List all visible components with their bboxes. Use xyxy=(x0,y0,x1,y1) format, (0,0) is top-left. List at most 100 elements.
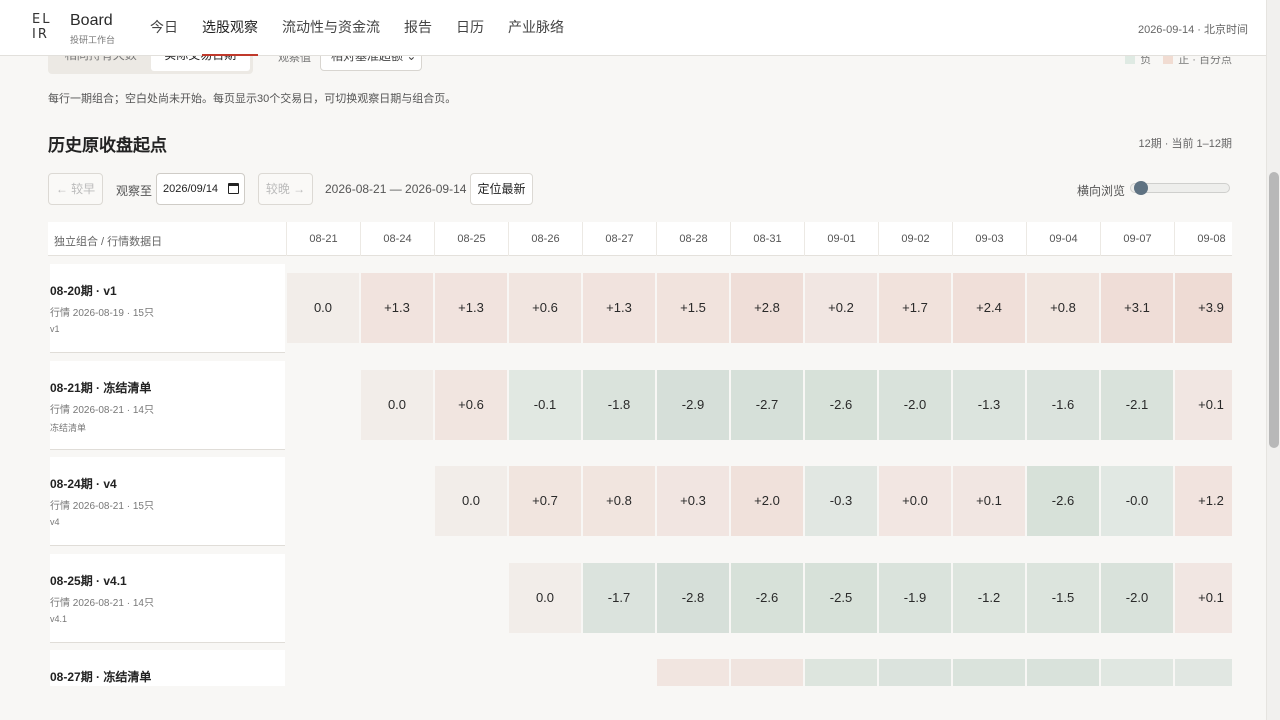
return-cell[interactable]: -1.2 xyxy=(805,659,877,686)
app-logo[interactable]: EL IR Board 投研工作台 xyxy=(32,12,132,46)
column-header-date: 08-31 xyxy=(730,222,804,256)
column-header-date: 08-27 xyxy=(582,222,656,256)
calendar-icon[interactable] xyxy=(228,183,239,194)
return-cell[interactable]: +0.1 xyxy=(1175,369,1232,440)
column-header-date: 08-25 xyxy=(434,222,508,256)
return-cell[interactable]: -1.6 xyxy=(879,659,951,686)
locate-latest-button[interactable]: 定位最新 xyxy=(470,173,533,205)
portfolio-label[interactable]: 08-24期 · v4 行情 2026-08-21 · 15只 v4 xyxy=(50,457,285,546)
column-header-date: 09-08 xyxy=(1174,222,1232,256)
observe-date-input[interactable]: 2026/09/14 xyxy=(156,173,245,205)
return-cell[interactable]: 0.0 xyxy=(509,562,581,633)
return-cell[interactable]: -1.7 xyxy=(583,562,655,633)
page-scrollbar[interactable] xyxy=(1266,0,1280,720)
return-cell[interactable]: +0.3 xyxy=(657,466,729,536)
portfolio-meta: 行情 2026-08-21 · 14只 xyxy=(50,597,154,609)
nav-item-0[interactable]: 今日 xyxy=(150,0,178,56)
portfolio-meta: 行情 2026-08-21 · 14只 xyxy=(50,404,154,416)
return-cell[interactable]: -2.1 xyxy=(1101,369,1173,440)
return-cell[interactable]: -1.6 xyxy=(1027,369,1099,440)
return-cell[interactable]: -1.9 xyxy=(879,562,951,633)
slider-thumb[interactable] xyxy=(1134,181,1148,195)
return-cell[interactable]: -1.3 xyxy=(953,369,1025,440)
return-cell[interactable]: +1.5 xyxy=(657,273,729,343)
return-cell[interactable]: -1.8 xyxy=(583,369,655,440)
return-cell[interactable]: +0.8 xyxy=(1027,273,1099,343)
table-row: 08-21期 · 冻结清单 行情 2026-08-21 · 14只 冻结清单 0.0 +… xyxy=(48,360,1232,458)
nav-item-2[interactable]: 流动性与资金流 xyxy=(282,0,380,56)
return-cell[interactable]: -2.0 xyxy=(1027,659,1099,686)
return-cell[interactable]: -2.6 xyxy=(1027,466,1099,536)
return-cell[interactable]: -0.3 xyxy=(1175,659,1232,686)
return-cell[interactable]: -2.9 xyxy=(657,369,729,440)
portfolio-label[interactable]: 08-20期 · v1 行情 2026-08-19 · 15只 v1 xyxy=(50,264,285,353)
return-cell[interactable]: -2.8 xyxy=(657,562,729,633)
portfolio-label[interactable]: 08-25期 · v4.1 行情 2026-08-21 · 14只 v4.1 xyxy=(50,553,285,643)
return-cell[interactable]: -0.1 xyxy=(509,369,581,440)
return-cell[interactable]: -2.0 xyxy=(1101,562,1173,633)
nav-item-5[interactable]: 产业脉络 xyxy=(508,0,564,56)
scrollbar-thumb[interactable] xyxy=(1269,172,1279,448)
return-cell[interactable]: +2.8 xyxy=(731,273,803,343)
return-cell[interactable]: +2.4 xyxy=(953,273,1025,343)
column-header-date: 09-02 xyxy=(878,222,952,256)
return-cell[interactable]: +3.9 xyxy=(1175,273,1232,343)
column-header-date: 09-01 xyxy=(804,222,878,256)
return-cell[interactable]: +0.1 xyxy=(1175,562,1232,633)
portfolio-meta: 行情 2026-08-21 · 15只 xyxy=(50,501,154,512)
portfolio-label[interactable]: 08-27期 · 冻结清单 xyxy=(50,650,285,686)
return-cell[interactable]: +3.1 xyxy=(1101,273,1173,343)
column-header-date: 09-03 xyxy=(952,222,1026,256)
return-cell[interactable]: +0.6 xyxy=(435,369,507,440)
return-cell[interactable]: -2.5 xyxy=(805,562,877,633)
horizontal-scroll-slider[interactable] xyxy=(1130,181,1230,195)
return-cell[interactable]: +0.1 xyxy=(953,466,1025,536)
return-cell[interactable]: -2.6 xyxy=(731,562,803,633)
portfolio-label[interactable]: 08-21期 · 冻结清单 行情 2026-08-21 · 14只 冻结清单 xyxy=(50,360,285,450)
current-datetime: 2026-09-14 · 北京时间 xyxy=(1137,24,1248,36)
return-cell[interactable]: -2.6 xyxy=(805,369,877,440)
portfolio-title: 08-20期 · v1 xyxy=(50,284,117,298)
horizontal-browse-label: 横向浏览 xyxy=(1077,184,1126,198)
return-cell[interactable]: +0.0 xyxy=(879,466,951,536)
portfolio-tag: v4 xyxy=(50,517,60,527)
return-cell[interactable]: -1.2 xyxy=(953,562,1025,633)
return-cell[interactable]: +0.9 xyxy=(731,659,803,686)
portfolio-tag: v4.1 xyxy=(50,613,68,624)
nav-item-3[interactable]: 报告 xyxy=(404,0,432,56)
return-cell[interactable]: -0.3 xyxy=(805,466,877,536)
column-header-date: 08-24 xyxy=(360,222,434,256)
return-cell[interactable]: +1.3 xyxy=(583,273,655,343)
return-cell[interactable]: -2.7 xyxy=(731,369,803,440)
table-note: 每行一期组合；空白处尚未开始。每页显示30个交易日，可切换观察日期与组合页。 xyxy=(48,93,457,105)
return-cell[interactable]: -0.0 xyxy=(1101,466,1173,536)
return-cell[interactable]: +0.6 xyxy=(509,273,581,343)
return-cell[interactable]: +0.7 xyxy=(509,466,581,536)
return-cell[interactable]: +2.0 xyxy=(731,466,803,536)
section-meta: 12期 · 当前 1–12期 xyxy=(1138,138,1232,150)
column-header-date: 08-26 xyxy=(508,222,582,256)
return-cell[interactable]: 0.0 xyxy=(361,369,433,440)
return-cell[interactable]: +1.3 xyxy=(435,273,507,343)
column-header-date: 08-21 xyxy=(286,222,360,256)
return-cell[interactable]: -2.0 xyxy=(879,369,951,440)
return-cell[interactable]: +0.5 xyxy=(657,659,729,686)
return-cell[interactable]: 0.0 xyxy=(287,273,359,343)
return-cell[interactable]: -1.8 xyxy=(953,659,1025,686)
table-row: 08-25期 · v4.1 行情 2026-08-21 · 14只 v4.1 0.0-… xyxy=(48,553,1232,651)
return-cell[interactable]: 0.0 xyxy=(435,466,507,536)
nav-item-4[interactable]: 日历 xyxy=(456,0,484,56)
later-button[interactable]: 较晚 → xyxy=(258,173,313,205)
earlier-button[interactable]: ← 较早 xyxy=(48,173,103,205)
return-cell[interactable]: -0.4 xyxy=(1101,659,1173,686)
nav-item-1[interactable]: 选股观察 xyxy=(202,0,258,56)
return-cell[interactable]: +0.2 xyxy=(805,273,877,343)
return-cell[interactable]: +1.2 xyxy=(1175,466,1232,536)
portfolio-meta: 行情 2026-08-19 · 15只 xyxy=(50,308,154,319)
column-header-date: 09-04 xyxy=(1026,222,1100,256)
return-cell[interactable]: -1.5 xyxy=(1027,562,1099,633)
logo-mark-icon: EL IR xyxy=(32,12,52,42)
return-cell[interactable]: +1.7 xyxy=(879,273,951,343)
return-cell[interactable]: +0.8 xyxy=(583,466,655,536)
return-cell[interactable]: +1.3 xyxy=(361,273,433,343)
